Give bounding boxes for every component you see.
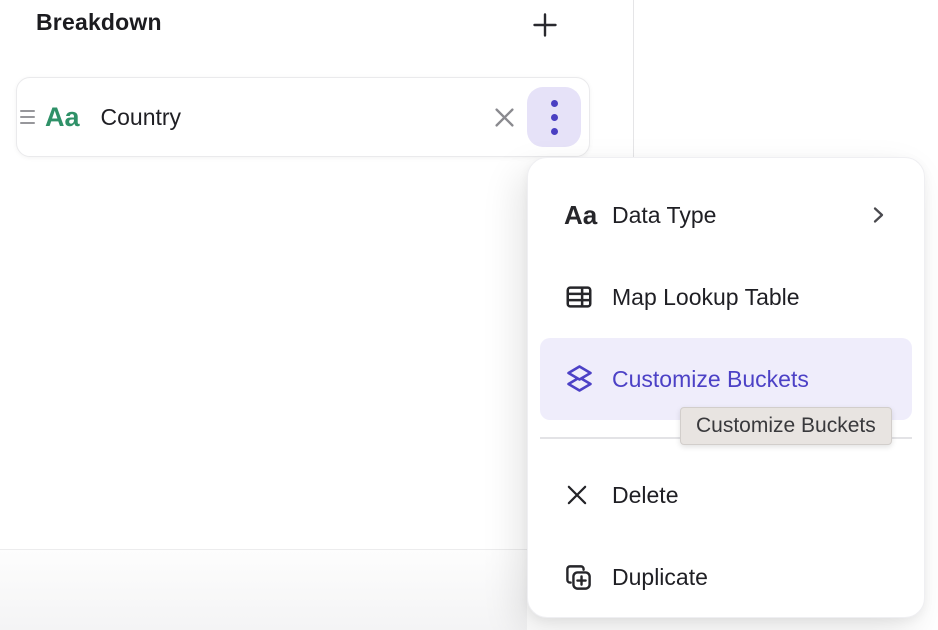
menu-item-label: Duplicate	[612, 564, 708, 591]
menu-item-delete[interactable]: Delete	[528, 454, 924, 536]
panel-divider	[633, 0, 634, 157]
menu-item-data-type[interactable]: Aa Data Type	[528, 174, 924, 256]
menu-item-map-lookup-table[interactable]: Map Lookup Table	[528, 256, 924, 338]
menu-item-label: Delete	[612, 482, 678, 509]
drag-handle-icon[interactable]	[20, 110, 37, 124]
x-icon	[564, 482, 598, 508]
field-options-menu: Aa Data Type Map Lookup Table Customize …	[527, 157, 925, 618]
menu-item-label: Map Lookup Table	[612, 284, 800, 311]
close-icon	[491, 104, 518, 131]
panel-footer	[0, 550, 527, 630]
plus-icon	[531, 11, 559, 39]
chevron-right-icon	[866, 203, 890, 227]
field-type-icon: Aa	[45, 104, 80, 131]
menu-item-label: Customize Buckets	[612, 366, 809, 393]
menu-item-label: Data Type	[612, 202, 716, 229]
text-type-icon: Aa	[564, 202, 598, 228]
menu-item-duplicate[interactable]: Duplicate	[528, 536, 924, 618]
table-icon	[564, 282, 598, 312]
field-name: Country	[101, 104, 182, 131]
remove-field-button[interactable]	[484, 97, 524, 137]
field-options-button[interactable]	[527, 87, 581, 147]
breakdown-field-card: Aa Country	[16, 77, 590, 157]
add-button[interactable]	[522, 2, 568, 48]
stack-icon	[564, 363, 598, 395]
copy-plus-icon	[564, 563, 598, 592]
page-title: Breakdown	[36, 9, 162, 36]
tooltip: Customize Buckets	[680, 407, 892, 445]
